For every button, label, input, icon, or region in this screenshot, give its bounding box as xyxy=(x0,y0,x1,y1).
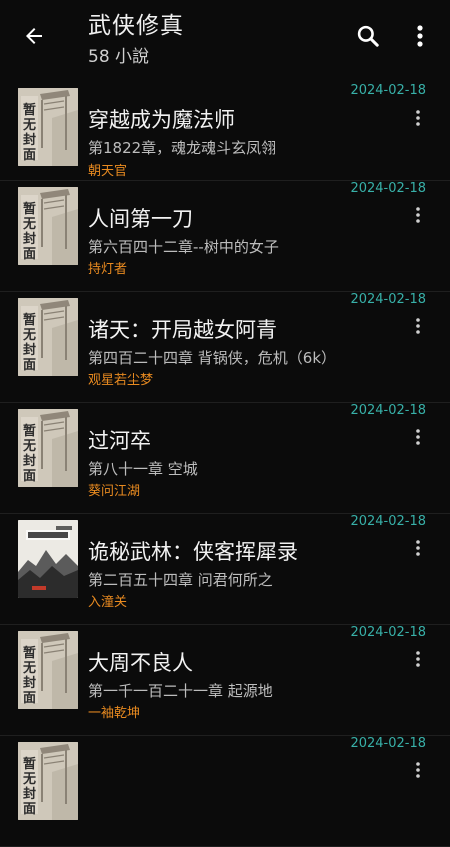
latest-chapter: 第四百二十四章 背锅侠，危机（6k） xyxy=(88,349,336,367)
svg-text:无: 无 xyxy=(22,118,36,133)
book-author: 一袖乾坤 xyxy=(88,706,141,721)
svg-text:封: 封 xyxy=(23,786,36,802)
search-icon xyxy=(357,25,379,47)
row-more-button[interactable] xyxy=(410,758,426,782)
svg-text:无: 无 xyxy=(22,439,36,454)
svg-text:面: 面 xyxy=(23,148,36,163)
svg-text:面: 面 xyxy=(23,469,36,484)
svg-text:封: 封 xyxy=(23,342,36,358)
svg-text:封: 封 xyxy=(23,231,36,247)
search-button[interactable] xyxy=(352,20,384,52)
more-vertical-icon xyxy=(416,540,420,556)
book-cover: 暂无封面 xyxy=(18,298,78,376)
more-vertical-icon xyxy=(416,762,420,778)
latest-chapter: 第八十一章 空城 xyxy=(88,460,198,478)
svg-text:暂: 暂 xyxy=(23,756,36,772)
book-cover: 暂无封面 xyxy=(18,409,78,487)
more-vertical-icon xyxy=(416,207,420,223)
svg-text:暂: 暂 xyxy=(23,201,36,217)
book-author: 观星若尘梦 xyxy=(88,373,154,388)
svg-text:面: 面 xyxy=(23,358,36,373)
update-date: 2024-02-18 xyxy=(350,83,426,98)
book-row[interactable]: 暂无封面 2024-02-18 xyxy=(0,736,450,847)
latest-chapter: 第一千一百二十一章 起源地 xyxy=(88,682,273,700)
book-row[interactable]: 暂无封面 2024-02-18 过河卒第八十一章 空城 葵问江湖 xyxy=(0,403,450,514)
row-more-button[interactable] xyxy=(410,106,426,130)
book-title: 诸天：开局越女阿青 xyxy=(88,318,277,342)
book-row[interactable]: 暂无封面 2024-02-18 诸天：开局越女阿青第四百二十四章 背锅侠，危机（6k… xyxy=(0,292,450,403)
update-date: 2024-02-18 xyxy=(350,625,426,640)
update-date: 2024-02-18 xyxy=(350,181,426,196)
book-author: 入潼关 xyxy=(88,595,128,610)
more-vertical-icon xyxy=(416,318,420,334)
row-more-button[interactable] xyxy=(410,203,426,227)
book-cover: 暂无封面 xyxy=(18,88,78,166)
more-vertical-icon xyxy=(416,429,420,445)
svg-text:无: 无 xyxy=(22,661,36,676)
book-row[interactable]: 暂无封面 2024-02-18 穿越成为魔法师第1822章，魂龙魂斗玄凤翎 朝天官 xyxy=(0,83,450,181)
book-cover: 暂无封面 xyxy=(18,631,78,709)
book-cover: 暂无封面 xyxy=(18,742,78,820)
more-vertical-icon xyxy=(416,651,420,667)
book-title: 诡秘武林：侠客挥犀录 xyxy=(88,540,298,564)
app-bar: 武侠修真 58 小說 xyxy=(0,0,450,84)
book-list: 暂无封面 2024-02-18 穿越成为魔法师 第1822章，魂龙魂斗玄凤翎 朝天官暂无… xyxy=(0,83,450,847)
svg-text:面: 面 xyxy=(23,691,36,706)
latest-chapter: 第1822章，魂龙魂斗玄凤翎 xyxy=(88,139,277,157)
book-count: 58 小說 xyxy=(88,47,150,67)
book-author: 葵问江湖 xyxy=(88,484,141,499)
update-date: 2024-02-18 xyxy=(350,514,426,529)
svg-text:暂: 暂 xyxy=(23,102,36,118)
more-vertical-icon xyxy=(416,110,420,126)
book-title: 穿越成为魔法师 xyxy=(88,108,235,132)
book-cover: 暂无封面 xyxy=(18,187,78,265)
more-options-button[interactable] xyxy=(404,20,436,52)
svg-text:封: 封 xyxy=(23,132,36,148)
book-title: 人间第一刀 xyxy=(88,207,193,231)
svg-text:无: 无 xyxy=(22,328,36,343)
more-vertical-icon xyxy=(417,25,423,47)
svg-text:封: 封 xyxy=(23,675,36,691)
svg-text:暂: 暂 xyxy=(23,645,36,661)
back-button[interactable] xyxy=(14,18,54,54)
svg-text:封: 封 xyxy=(23,453,36,469)
update-date: 2024-02-18 xyxy=(350,403,426,418)
page-title: 武侠修真 xyxy=(88,13,184,39)
svg-text:暂: 暂 xyxy=(23,312,36,328)
row-more-button[interactable] xyxy=(410,647,426,671)
book-author: 持灯者 xyxy=(88,262,128,277)
svg-text:无: 无 xyxy=(22,217,36,232)
svg-text:暂: 暂 xyxy=(23,423,36,439)
arrow-left-icon xyxy=(26,28,42,44)
latest-chapter: 第六百四十二章--树中的女子 xyxy=(88,238,279,256)
book-row[interactable]: 暂无封面 2024-02-18 大周不良人第一千一百二十一章 起源地 一袖乾坤 xyxy=(0,625,450,736)
book-row[interactable]: 暂无封面 2024-02-18 人间第一刀第六百四十二章--树中的女子 持灯者 xyxy=(0,181,450,292)
book-title: 大周不良人 xyxy=(88,651,193,675)
svg-text:面: 面 xyxy=(23,247,36,262)
book-author: 朝天官 xyxy=(88,164,128,179)
book-row[interactable]: 2024-02-18 诡秘武林：侠客挥犀录第二百五十四章 问君何所之 入潼关 xyxy=(0,514,450,625)
row-more-button[interactable] xyxy=(410,425,426,449)
row-more-button[interactable] xyxy=(410,536,426,560)
svg-text:面: 面 xyxy=(23,802,36,817)
latest-chapter: 第二百五十四章 问君何所之 xyxy=(88,571,273,589)
row-more-button[interactable] xyxy=(410,314,426,338)
update-date: 2024-02-18 xyxy=(350,292,426,307)
update-date: 2024-02-18 xyxy=(350,736,426,751)
book-title: 过河卒 xyxy=(88,429,151,453)
book-cover xyxy=(18,520,78,598)
